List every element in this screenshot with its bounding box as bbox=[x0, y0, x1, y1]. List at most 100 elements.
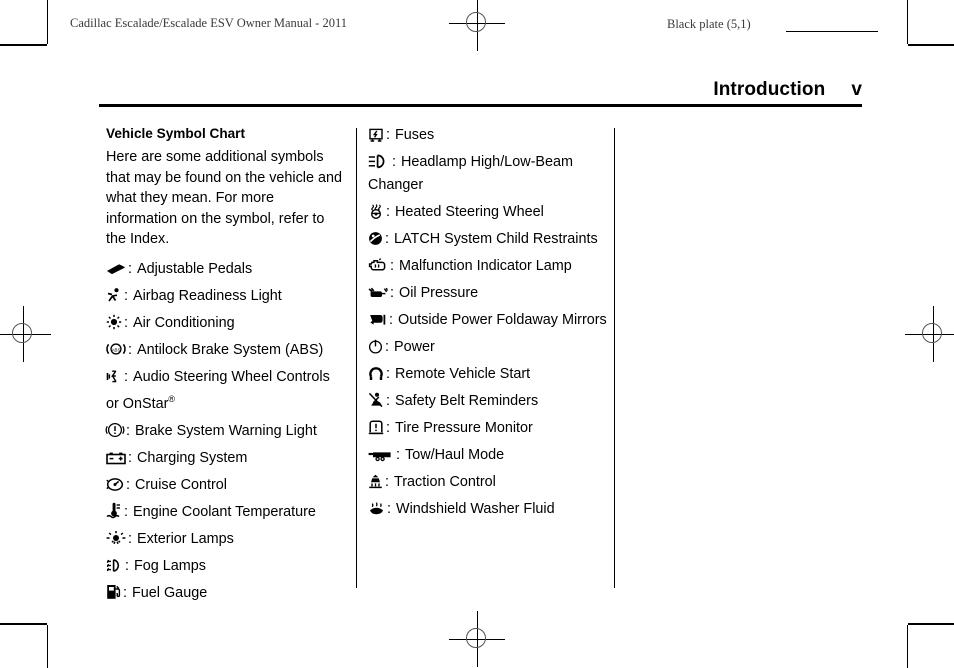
oil-pressure-icon bbox=[368, 285, 389, 300]
power-icon bbox=[368, 339, 383, 354]
symbol-entry: : Remote Vehicle Start bbox=[368, 363, 608, 386]
symbol-entry: : Exterior Lamps bbox=[106, 528, 346, 551]
symbol-label: Exterior Lamps bbox=[137, 531, 234, 548]
malfunction-indicator-icon bbox=[368, 257, 388, 273]
symbol-label: Outside Power Foldaway Mirrors bbox=[398, 311, 607, 328]
fog-lamps-icon bbox=[106, 558, 123, 573]
symbol-entry: : Engine Coolant Temperature bbox=[106, 501, 346, 524]
page-number: v bbox=[851, 79, 862, 100]
symbol-label: Audio Steering Wheel Controls or OnStar bbox=[106, 368, 330, 413]
symbol-label: Brake System Warning Light bbox=[135, 423, 317, 440]
symbol-label: Power bbox=[394, 338, 435, 355]
symbol-entry: : Heated Steering Wheel bbox=[368, 201, 608, 224]
crop-mark-top-right-horizontal bbox=[908, 44, 954, 46]
symbol-label: Remote Vehicle Start bbox=[395, 365, 531, 382]
fuel-gauge-icon bbox=[106, 584, 121, 600]
symbol-entry: : Power bbox=[368, 336, 608, 359]
symbol-separator: : bbox=[124, 287, 128, 304]
remote-vehicle-start-icon bbox=[368, 365, 384, 381]
symbol-label: Air Conditioning bbox=[133, 314, 235, 331]
symbol-label: Traction Control bbox=[394, 473, 496, 490]
registration-mark-top bbox=[449, 0, 505, 51]
right-column: : Fuses: Headlamp High/Low-Beam Changer: He… bbox=[368, 124, 608, 525]
symbol-label: Engine Coolant Temperature bbox=[133, 504, 316, 521]
symbol-separator: : bbox=[386, 203, 390, 220]
symbol-label: Safety Belt Reminders bbox=[395, 392, 539, 409]
column-rule-left bbox=[356, 128, 357, 588]
tow-haul-mode-icon bbox=[368, 450, 394, 462]
symbol-separator: : bbox=[389, 311, 393, 328]
latch-child-restraint-icon bbox=[368, 231, 383, 246]
symbol-entry: : Audio Steering Wheel Controls or OnStar… bbox=[106, 366, 346, 416]
heated-steering-wheel-icon bbox=[368, 203, 384, 219]
column-rule-right bbox=[614, 128, 615, 588]
symbol-separator: : bbox=[385, 473, 389, 490]
symbol-separator: : bbox=[124, 504, 128, 521]
symbol-entry: : Brake System Warning Light bbox=[105, 420, 346, 443]
engine-coolant-temp-icon bbox=[106, 502, 122, 519]
crop-mark-bottom-left-vertical bbox=[47, 625, 48, 668]
symbol-label: Airbag Readiness Light bbox=[133, 287, 282, 304]
svg-text:ABS: ABS bbox=[112, 347, 121, 352]
symbol-separator: : bbox=[128, 260, 132, 277]
symbol-label: Tire Pressure Monitor bbox=[395, 419, 533, 436]
registration-mark-bottom bbox=[449, 611, 505, 667]
running-head-manual-title: Cadillac Escalade/Escalade ESV Owner Man… bbox=[70, 16, 347, 30]
registration-mark-left bbox=[0, 306, 51, 362]
symbol-entry: : Fog Lamps bbox=[106, 555, 346, 578]
symbol-entry: : Tow/Haul Mode bbox=[368, 444, 608, 467]
symbol-separator: : bbox=[125, 558, 129, 575]
symbol-separator: : bbox=[396, 446, 400, 463]
symbol-entry: : Oil Pressure bbox=[368, 282, 608, 305]
symbol-label: Fuel Gauge bbox=[132, 585, 208, 602]
safety-belt-reminder-icon bbox=[368, 392, 384, 408]
cruise-control-icon bbox=[106, 477, 124, 492]
windshield-washer-fluid-icon bbox=[368, 501, 385, 516]
symbol-label: Headlamp High/Low-Beam Changer bbox=[368, 154, 573, 193]
intro-paragraph: Here are some additional symbols that ma… bbox=[106, 149, 343, 248]
audio-steering-wheel-icon bbox=[106, 369, 122, 384]
headlamp-beam-icon bbox=[368, 154, 390, 169]
symbol-separator: : bbox=[128, 531, 132, 548]
subhead-vehicle-symbol-chart: Vehicle Symbol Chart bbox=[106, 126, 246, 141]
symbol-label: LATCH System Child Restraints bbox=[394, 230, 598, 247]
adjustable-pedals-icon bbox=[106, 262, 126, 276]
symbol-label: Malfunction Indicator Lamp bbox=[399, 257, 572, 274]
symbol-label: Heated Steering Wheel bbox=[395, 203, 544, 220]
crop-mark-top-left-vertical bbox=[47, 0, 48, 44]
symbol-entry: : Adjustable Pedals bbox=[106, 258, 346, 281]
symbol-entry: : Fuel Gauge bbox=[106, 582, 346, 605]
crop-mark-bottom-left-horizontal bbox=[0, 623, 47, 625]
symbol-entry: : Tire Pressure Monitor bbox=[368, 417, 608, 440]
traction-control-icon bbox=[368, 474, 383, 489]
symbol-label: Tow/Haul Mode bbox=[405, 446, 505, 463]
symbol-separator: : bbox=[390, 284, 394, 301]
registration-mark-right bbox=[905, 306, 954, 362]
symbol-separator: : bbox=[128, 450, 132, 467]
symbol-entry: : Safety Belt Reminders bbox=[368, 390, 608, 413]
symbol-entry: : Headlamp High/Low-Beam Changer bbox=[368, 151, 608, 196]
running-head-black-plate: Black plate (5,1) bbox=[667, 17, 751, 31]
symbol-entry: : Air Conditioning bbox=[106, 312, 346, 335]
section-header: Introduction v bbox=[440, 79, 862, 101]
antilock-brake-icon: ABS bbox=[106, 341, 126, 357]
symbol-label: Cruise Control bbox=[135, 477, 227, 494]
air-conditioning-icon bbox=[106, 314, 122, 330]
symbol-separator: : bbox=[390, 257, 394, 274]
symbol-label: Charging System bbox=[137, 450, 248, 467]
registered-trademark-mark: ® bbox=[168, 394, 176, 405]
symbol-label: Windshield Washer Fluid bbox=[396, 500, 555, 517]
symbol-separator: : bbox=[128, 341, 132, 358]
crop-mark-bottom-right-vertical bbox=[907, 625, 908, 668]
outside-power-mirrors-icon bbox=[368, 313, 387, 327]
symbol-list-left: : Adjustable Pedals: Airbag Readiness Ligh… bbox=[105, 258, 346, 605]
symbol-separator: : bbox=[386, 419, 390, 436]
header-rule bbox=[786, 31, 878, 32]
crop-mark-top-left-horizontal bbox=[0, 44, 47, 46]
symbol-separator: : bbox=[126, 423, 130, 440]
symbol-separator: : bbox=[387, 500, 391, 517]
symbol-label: Fuses bbox=[395, 127, 435, 143]
symbol-separator: : bbox=[124, 314, 128, 331]
symbol-separator: : bbox=[392, 154, 396, 170]
symbol-label: Antilock Brake System (ABS) bbox=[137, 341, 324, 358]
